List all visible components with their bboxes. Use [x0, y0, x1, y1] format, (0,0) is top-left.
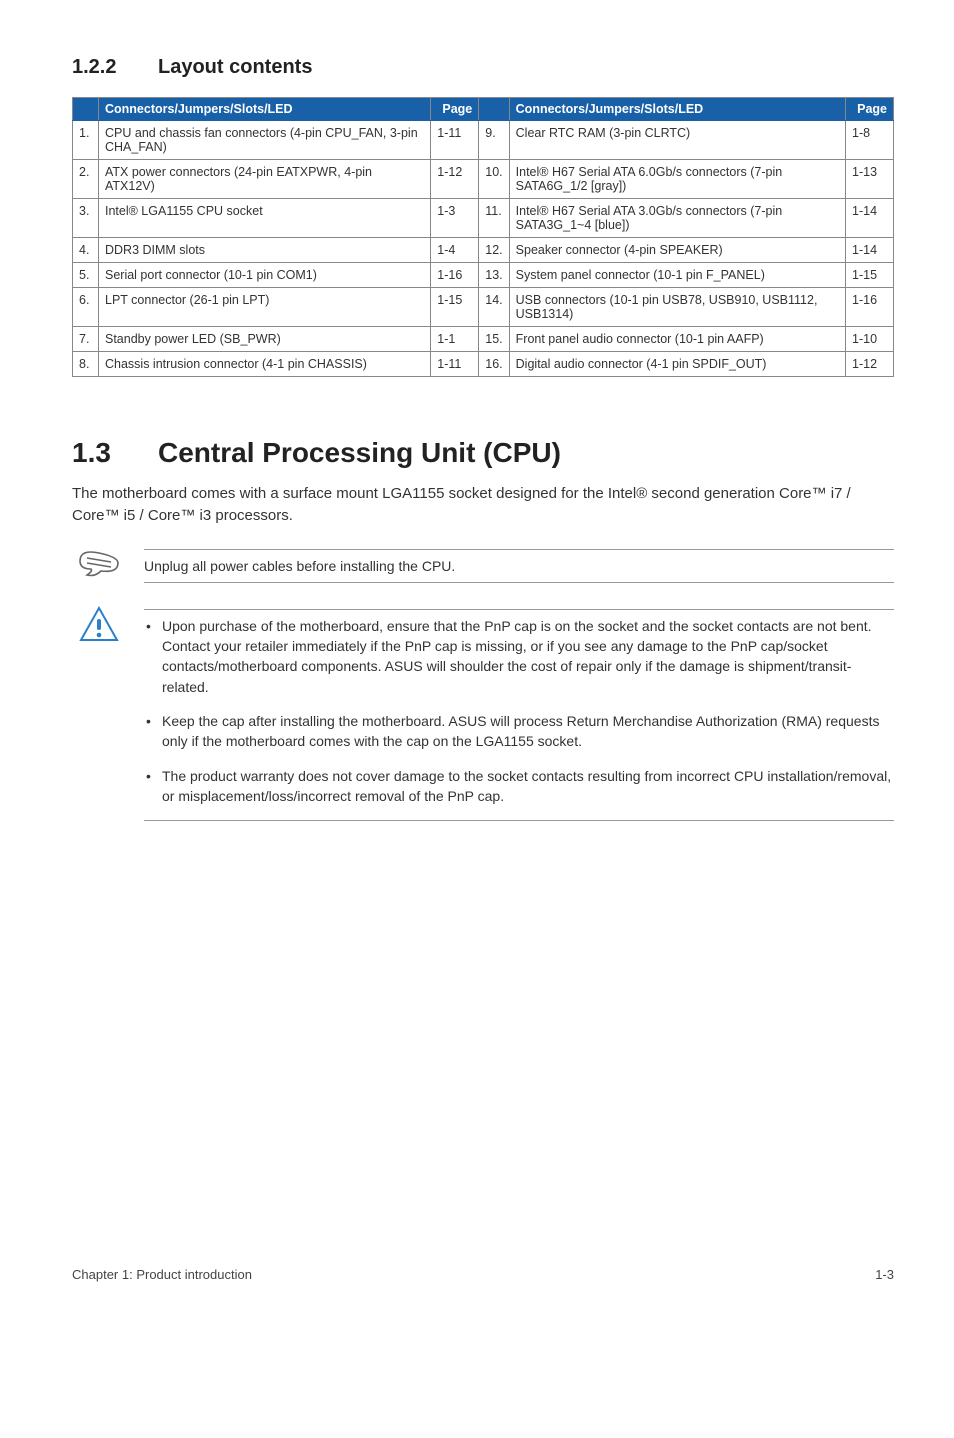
section-heading-13: 1.3Central Processing Unit (CPU) [72, 437, 894, 469]
row-desc: USB connectors (10-1 pin USB78, USB910, … [509, 288, 845, 327]
warning-list: Upon purchase of the motherboard, ensure… [144, 616, 894, 806]
layout-contents-table: Connectors/Jumpers/Slots/LED Page Connec… [72, 97, 894, 377]
page-footer: Chapter 1: Product introduction 1-3 [0, 1257, 954, 1310]
row-page: 1-15 [846, 263, 894, 288]
table-header-left: Connectors/Jumpers/Slots/LED [99, 98, 431, 121]
row-desc: Intel® H67 Serial ATA 3.0Gb/s connectors… [509, 199, 845, 238]
row-page: 1-15 [431, 288, 479, 327]
row-desc: DDR3 DIMM slots [99, 238, 431, 263]
row-num: 6. [73, 288, 99, 327]
warning-callout: Upon purchase of the motherboard, ensure… [72, 603, 894, 827]
row-page: 1-16 [846, 288, 894, 327]
warning-item: Keep the cap after installing the mother… [144, 711, 894, 752]
row-num: 2. [73, 160, 99, 199]
table-row: 5. Serial port connector (10-1 pin COM1)… [73, 263, 894, 288]
row-num: 3. [73, 199, 99, 238]
row-desc: Chassis intrusion connector (4-1 pin CHA… [99, 352, 431, 377]
table-row: 2. ATX power connectors (24-pin EATXPWR,… [73, 160, 894, 199]
row-desc: CPU and chassis fan connectors (4-pin CP… [99, 121, 431, 160]
footer-left: Chapter 1: Product introduction [72, 1267, 252, 1282]
table-header-blank-right [479, 98, 509, 121]
row-desc: Intel® H67 Serial ATA 6.0Gb/s connectors… [509, 160, 845, 199]
row-page: 1-11 [431, 121, 479, 160]
row-page: 1-14 [846, 199, 894, 238]
table-row: 3. Intel® LGA1155 CPU socket 1-3 11. Int… [73, 199, 894, 238]
section-title: Layout contents [158, 56, 312, 78]
warning-icon [72, 603, 126, 645]
footer-right: 1-3 [875, 1267, 894, 1282]
row-page: 1-1 [431, 327, 479, 352]
row-num: 4. [73, 238, 99, 263]
row-page: 1-12 [431, 160, 479, 199]
table-row: 1. CPU and chassis fan connectors (4-pin… [73, 121, 894, 160]
row-page: 1-11 [431, 352, 479, 377]
table-header-right: Connectors/Jumpers/Slots/LED [509, 98, 845, 121]
note-callout: Unplug all power cables before installin… [72, 543, 894, 589]
row-desc: Front panel audio connector (10-1 pin AA… [509, 327, 845, 352]
warning-item: Upon purchase of the motherboard, ensure… [144, 616, 894, 697]
note-icon [72, 543, 126, 579]
row-desc: LPT connector (26-1 pin LPT) [99, 288, 431, 327]
warning-item: The product warranty does not cover dama… [144, 766, 894, 807]
table-header-page-left: Page [431, 98, 479, 121]
row-desc: ATX power connectors (24-pin EATXPWR, 4-… [99, 160, 431, 199]
table-row: 6. LPT connector (26-1 pin LPT) 1-15 14.… [73, 288, 894, 327]
row-desc: Serial port connector (10-1 pin COM1) [99, 263, 431, 288]
row-page: 1-10 [846, 327, 894, 352]
section-intro-paragraph: The motherboard comes with a surface mou… [72, 483, 894, 527]
row-desc: Clear RTC RAM (3-pin CLRTC) [509, 121, 845, 160]
row-num: 13. [479, 263, 509, 288]
row-num: 5. [73, 263, 99, 288]
row-desc: Standby power LED (SB_PWR) [99, 327, 431, 352]
row-page: 1-14 [846, 238, 894, 263]
note-text: Unplug all power cables before installin… [144, 556, 894, 576]
row-num: 16. [479, 352, 509, 377]
table-header-page-right: Page [846, 98, 894, 121]
table-row: 8. Chassis intrusion connector (4-1 pin … [73, 352, 894, 377]
row-desc: Digital audio connector (4-1 pin SPDIF_O… [509, 352, 845, 377]
row-page: 1-4 [431, 238, 479, 263]
row-num: 15. [479, 327, 509, 352]
row-desc: Intel® LGA1155 CPU socket [99, 199, 431, 238]
row-desc: Speaker connector (4-pin SPEAKER) [509, 238, 845, 263]
row-num: 10. [479, 160, 509, 199]
row-num: 9. [479, 121, 509, 160]
table-row: 7. Standby power LED (SB_PWR) 1-1 15. Fr… [73, 327, 894, 352]
row-page: 1-16 [431, 263, 479, 288]
row-page: 1-13 [846, 160, 894, 199]
table-row: 4. DDR3 DIMM slots 1-4 12. Speaker conne… [73, 238, 894, 263]
section-number: 1.3 [72, 437, 158, 469]
row-page: 1-3 [431, 199, 479, 238]
row-page: 1-8 [846, 121, 894, 160]
row-num: 14. [479, 288, 509, 327]
section-number: 1.2.2 [72, 56, 158, 79]
section-title: Central Processing Unit (CPU) [158, 437, 561, 468]
section-heading-122: 1.2.2Layout contents [72, 56, 894, 79]
row-num: 12. [479, 238, 509, 263]
row-num: 8. [73, 352, 99, 377]
row-page: 1-12 [846, 352, 894, 377]
row-num: 11. [479, 199, 509, 238]
table-header-blank-left [73, 98, 99, 121]
row-num: 7. [73, 327, 99, 352]
row-desc: System panel connector (10-1 pin F_PANEL… [509, 263, 845, 288]
row-num: 1. [73, 121, 99, 160]
